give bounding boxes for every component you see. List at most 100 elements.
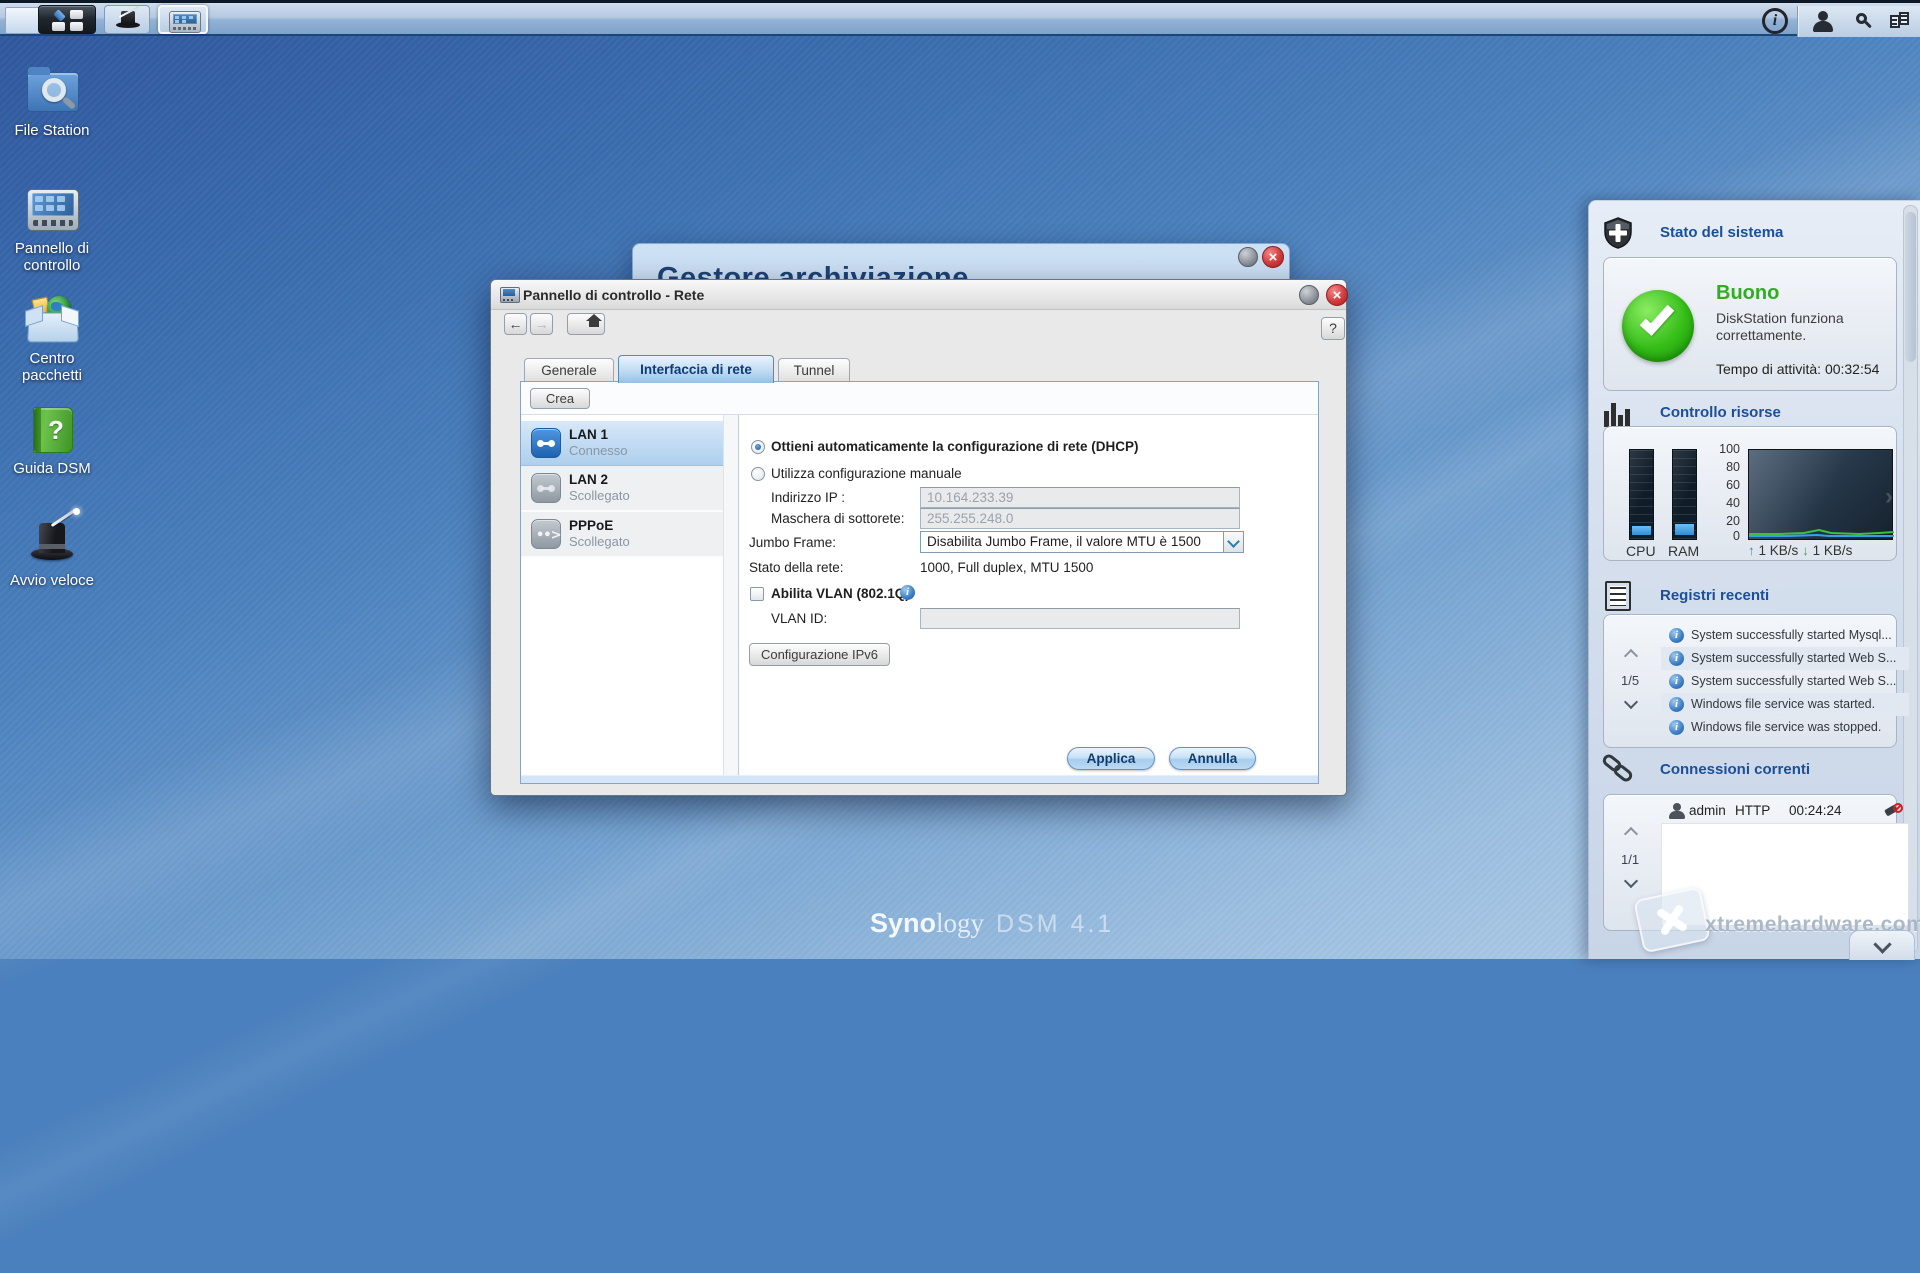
status-value: Buono	[1716, 282, 1780, 304]
scrollbar-thumb[interactable]	[1905, 212, 1916, 362]
package-center-icon	[25, 292, 79, 346]
tab-generale[interactable]: Generale	[524, 358, 614, 382]
cancel-button[interactable]: Annulla	[1169, 747, 1256, 770]
jumbo-label: Jumbo Frame:	[749, 535, 837, 550]
log-pager: 1/5	[1621, 673, 1640, 688]
desktop-icon-package-center[interactable]: Centro pacchetti	[0, 292, 104, 384]
desktop-icon-label: File Station	[14, 122, 90, 139]
control-panel-network-dialog[interactable]: Pannello di controllo - Rete × ← → ? Gen…	[490, 279, 1348, 796]
ipv6-config-button[interactable]: Configurazione IPv6	[749, 643, 890, 666]
cpu-gauge	[1629, 449, 1654, 540]
network-traffic-plot	[1748, 449, 1894, 540]
desktop-icon-quick-start[interactable]: Avvio veloce	[0, 507, 104, 589]
close-icon[interactable]: ×	[1326, 284, 1348, 306]
forward-button[interactable]: →	[530, 313, 553, 335]
ram-label: RAM	[1668, 543, 1700, 559]
info-icon: i	[1669, 720, 1684, 735]
system-status-title: Stato del sistema	[1660, 224, 1784, 241]
tab-tunnel[interactable]: Tunnel	[778, 358, 850, 382]
interface-row-lan2[interactable]: LAN 2 Scollegato	[521, 466, 723, 512]
dialog-titlebar[interactable]: Pannello di controllo - Rete ×	[491, 280, 1348, 310]
resource-monitor-widget[interactable]: CPU RAM 100 80 60 40 20 0 › ↑ 1 KB/s ↓ 1…	[1603, 426, 1897, 561]
app-grid-icon	[52, 9, 84, 31]
quick-start-task-button[interactable]	[104, 5, 150, 34]
page-down-icon[interactable]	[1623, 694, 1639, 710]
dialog-title: Pannello di controllo - Rete	[523, 287, 705, 303]
disconnect-icon[interactable]	[1884, 803, 1903, 819]
manual-radio[interactable]	[751, 467, 765, 481]
control-panel-icon	[500, 287, 520, 303]
vlan-checkbox[interactable]	[750, 587, 764, 601]
log-row[interactable]: i Windows file service was stopped.	[1661, 716, 1909, 739]
desktop-icon-file-station[interactable]: File Station	[0, 64, 104, 139]
log-row[interactable]: i System successfully started Web S...	[1661, 647, 1909, 670]
recent-logs-widget: 1/5 i System successfully started Mysql.…	[1603, 614, 1909, 748]
control-panel-task-button[interactable]	[158, 5, 208, 34]
log-row[interactable]: i System successfully started Web S...	[1661, 670, 1909, 693]
ip-label: Indirizzo IP :	[771, 490, 846, 505]
desktop-icon-dsm-help[interactable]: ? Guida DSM	[0, 402, 104, 477]
resource-monitor-title: Controllo risorse	[1660, 404, 1781, 421]
manual-radio-label[interactable]: Utilizza configurazione manuale	[771, 466, 962, 481]
control-panel-icon	[25, 182, 79, 236]
sidebar-collapse-tab[interactable]	[1849, 930, 1915, 960]
log-row[interactable]: i System successfully started Mysql...	[1661, 624, 1909, 647]
page-down-icon[interactable]	[1623, 873, 1639, 889]
connection-time: 00:24:24	[1789, 803, 1842, 818]
connection-row[interactable]: admin HTTP 00:24:24	[1661, 801, 1909, 821]
dhcp-radio[interactable]	[751, 440, 765, 454]
interface-row-lan1[interactable]: LAN 1 Connesso	[521, 421, 723, 466]
close-icon[interactable]: ×	[1262, 246, 1284, 268]
apply-button[interactable]: Applica	[1067, 747, 1155, 770]
expand-chevron[interactable]: ›	[1885, 483, 1893, 511]
status-ok-icon	[1622, 290, 1694, 362]
info-icon: i	[1669, 651, 1684, 666]
home-button[interactable]	[567, 313, 605, 335]
upload-arrow-icon: ↑	[1748, 543, 1755, 558]
user-icon	[1669, 803, 1685, 819]
minimize-button[interactable]	[1299, 285, 1319, 305]
back-button[interactable]: ←	[504, 313, 527, 335]
create-button[interactable]: Crea	[530, 388, 590, 409]
subnet-field[interactable]: 255.255.248.0	[920, 508, 1240, 529]
network-speeds: ↑ 1 KB/s ↓ 1 KB/s	[1748, 542, 1852, 560]
desktop-icon-label: Avvio veloce	[10, 572, 94, 589]
list-scrollbar[interactable]	[723, 415, 738, 783]
control-panel-icon	[169, 11, 201, 33]
user-icon[interactable]	[1812, 11, 1834, 33]
dhcp-radio-label[interactable]: Ottieni automaticamente la configurazion…	[771, 439, 1139, 454]
log-row[interactable]: i Windows file service was started.	[1661, 693, 1909, 716]
tab-interfaccia-di-rete[interactable]: Interfaccia di rete	[618, 355, 774, 383]
page-up-icon[interactable]	[1623, 648, 1639, 664]
main-menu-button[interactable]	[38, 5, 96, 34]
dropdown-button[interactable]	[1223, 532, 1243, 552]
widget-sidebar: Stato del sistema Buono DiskStation funz…	[1588, 200, 1920, 960]
interface-row-pppoe[interactable]: ••> PPPoE Scollegato	[521, 512, 723, 558]
lan-disconnected-icon	[531, 473, 561, 503]
connection-protocol: HTTP	[1735, 803, 1771, 818]
page-up-icon[interactable]	[1623, 826, 1639, 842]
desktop-icon-control-panel[interactable]: Pannello di controllo	[0, 182, 104, 274]
info-icon[interactable]: i	[900, 585, 915, 600]
help-book-icon: ?	[25, 402, 79, 456]
vlan-id-field[interactable]	[920, 608, 1240, 629]
connections-title: Connessioni correnti	[1660, 761, 1811, 778]
info-icon[interactable]: i	[1762, 8, 1788, 34]
minimize-button[interactable]	[1238, 247, 1258, 267]
interface-status: Scollegato	[569, 534, 630, 549]
pppoe-icon: ••>	[531, 519, 561, 549]
info-icon: i	[1669, 628, 1684, 643]
magician-hat-icon	[25, 507, 80, 568]
system-status-widget: Buono DiskStation funziona correttamente…	[1603, 257, 1897, 391]
lan-connected-icon	[531, 428, 561, 458]
interface-list: LAN 1 Connesso LAN 2 Scollegato ••> PPPo…	[521, 415, 739, 783]
help-button[interactable]: ?	[1321, 317, 1345, 340]
connections-pager: 1/1	[1621, 852, 1640, 867]
show-desktop-button[interactable]	[5, 7, 41, 34]
ip-field[interactable]: 10.164.233.39	[920, 487, 1240, 508]
pilot-view-icon[interactable]	[1890, 12, 1912, 32]
vlan-checkbox-label[interactable]: Abilita VLAN (802.1Q)	[771, 586, 910, 601]
jumbo-frame-select[interactable]: Disabilita Jumbo Frame, il valore MTU è …	[920, 531, 1244, 553]
log-document-icon	[1605, 581, 1631, 611]
search-icon[interactable]	[1853, 12, 1873, 32]
